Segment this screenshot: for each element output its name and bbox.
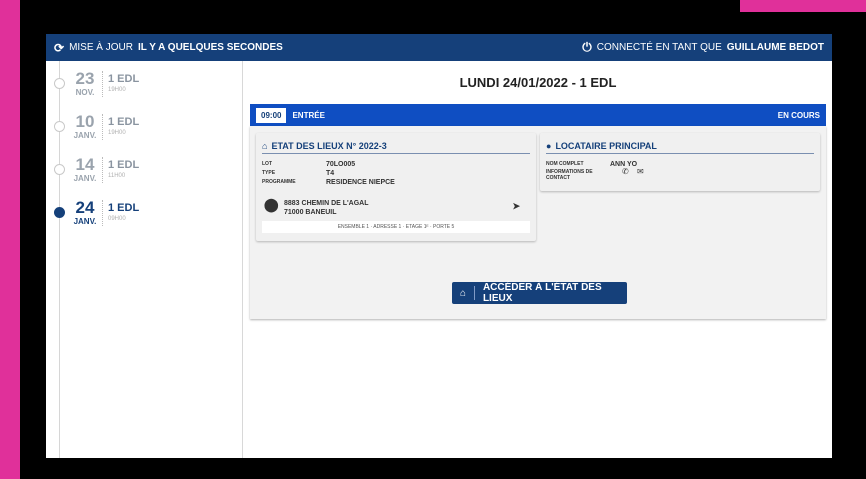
home-icon: ⌂ — [460, 287, 467, 299]
timeline-month: JANV. — [73, 174, 97, 183]
refresh-icon[interactable]: ⟳ — [54, 41, 64, 55]
access-button-label: ACCÉDER À L'ÉTAT DES LIEUX — [482, 282, 602, 304]
timeline-sidebar: 23 NOV. 1 EDL 19H00 10 JANV. 1 EDL 19H00… — [46, 61, 243, 458]
appointment-type: ENTRÉE — [292, 110, 325, 120]
edl-title-text: ETAT DES LIEUX N° 2022-3 — [271, 141, 387, 151]
timeline-day: 24 — [75, 198, 95, 217]
user-icon: ● — [546, 141, 552, 151]
lot-label: LOT — [262, 161, 272, 167]
timeline-count: 1 EDL — [108, 73, 140, 85]
timeline-date: 24 JANV. — [70, 199, 100, 226]
timeline-month: JANV. — [73, 217, 97, 226]
timeline-month: NOV. — [75, 88, 95, 97]
timeline-time: 11H00 — [108, 173, 126, 179]
timeline-item-active[interactable]: 24 JANV. 1 EDL 09H00 — [46, 195, 243, 233]
map-pin-icon: ⬤ — [264, 197, 279, 212]
timeline-date: 10 JANV. — [70, 113, 100, 140]
type-row: TYPE T4 — [262, 170, 334, 177]
timeline-separator — [102, 114, 103, 140]
button-divider — [474, 286, 475, 300]
timeline-separator — [102, 71, 103, 97]
contact-label-row-2: CONTACT — [546, 175, 610, 181]
power-icon[interactable]: ⏻ — [582, 40, 592, 55]
update-prefix: MISE À JOUR — [69, 42, 133, 53]
timeline-date: 23 NOV. — [70, 70, 100, 97]
lot-row: LOT 70LO005 — [262, 161, 355, 168]
main-content: LUNDI 24/01/2022 - 1 EDL 09:00 ENTRÉE EN… — [244, 61, 832, 458]
appointment-header[interactable]: 09:00 ENTRÉE EN COURS — [250, 104, 826, 126]
appointment-status: EN COURS — [777, 110, 820, 120]
timeline-day: 23 — [75, 69, 95, 88]
tenant-card: ● LOCATAIRE PRINCIPAL NOM COMPLET ANN YO… — [540, 133, 820, 191]
timeline-dot — [54, 78, 65, 89]
timeline-date: 14 JANV. — [70, 156, 100, 183]
address-line-1: 8883 CHEMIN DE L'AGAL — [284, 200, 369, 207]
programme-label: PROGRAMME — [262, 179, 296, 185]
contact-icons: ✆ ✉ — [622, 167, 650, 176]
programme-row: PROGRAMME RESIDENCE NIEPCE — [262, 179, 395, 186]
decorative-frame-left — [0, 0, 20, 479]
top-bar: ⟳ MISE À JOUR IL Y A QUELQUES SECONDES ⏻… — [46, 34, 832, 61]
tenant-card-title: ● LOCATAIRE PRINCIPAL — [546, 139, 814, 154]
appointment-time: 09:00 — [256, 107, 287, 123]
timeline-time: 19H00 — [108, 87, 126, 93]
timeline-count: 1 EDL — [108, 116, 140, 128]
timeline-dot — [54, 207, 65, 218]
timeline-item[interactable]: 14 JANV. 1 EDL 11H00 — [46, 152, 243, 190]
timeline-day: 10 — [75, 112, 95, 131]
connected-prefix: CONNECTÉ EN TANT QUE — [596, 42, 722, 53]
home-icon: ⌂ — [262, 141, 268, 151]
timeline-time: 09H00 — [108, 216, 126, 222]
user-name: GUILLAUME BEDOT — [726, 42, 824, 53]
phone-icon[interactable]: ✆ — [622, 167, 629, 176]
tenant-name-label: NOM COMPLET — [546, 161, 584, 167]
address-lines: 8883 CHEMIN DE L'AGAL 71000 BANEUIL — [284, 199, 369, 217]
page-title: LUNDI 24/01/2022 - 1 EDL — [459, 75, 617, 90]
update-time: IL Y A QUELQUES SECONDES — [137, 42, 283, 53]
type-value: T4 — [326, 170, 335, 177]
access-edl-button[interactable]: ⌂ ACCÉDER À L'ÉTAT DES LIEUX — [452, 282, 627, 304]
edl-card-title: ⌂ ETAT DES LIEUX N° 2022-3 — [262, 139, 530, 154]
timeline-count: 1 EDL — [108, 202, 140, 214]
timeline-item[interactable]: 10 JANV. 1 EDL 19H00 — [46, 109, 243, 147]
timeline-item[interactable]: 23 NOV. 1 EDL 19H00 — [46, 66, 243, 104]
decorative-frame-top — [740, 0, 866, 12]
navigation-arrow-icon[interactable]: ➤ — [512, 201, 520, 212]
mail-icon[interactable]: ✉ — [637, 167, 644, 176]
app-window: ⟳ MISE À JOUR IL Y A QUELQUES SECONDES ⏻… — [46, 34, 832, 458]
appointment-panel: ⌂ ETAT DES LIEUX N° 2022-3 LOT 70LO005 T… — [250, 126, 826, 319]
timeline-time: 19H00 — [108, 130, 126, 136]
timeline-separator — [102, 200, 103, 226]
timeline-dot — [54, 164, 65, 175]
timeline-separator — [102, 157, 103, 183]
programme-value: RESIDENCE NIEPCE — [326, 179, 395, 186]
type-label: TYPE — [262, 170, 276, 176]
tenant-title-text: LOCATAIRE PRINCIPAL — [555, 141, 657, 151]
timeline-day: 14 — [75, 155, 95, 174]
user-status[interactable]: ⏻ CONNECTÉ EN TANT QUE GUILLAUME BEDOT — [582, 40, 824, 55]
timeline-count: 1 EDL — [108, 159, 140, 171]
timeline-month: JANV. — [73, 131, 97, 140]
update-status[interactable]: ⟳ MISE À JOUR IL Y A QUELQUES SECONDES — [54, 41, 283, 55]
contact-label-2: CONTACT — [546, 175, 571, 181]
address-line-2: 71000 BANEUIL — [284, 209, 337, 216]
timeline-dot — [54, 121, 65, 132]
location-details: ENSEMBLE 1 · ADRESSE 1 · ETAGE 1ᴱ · PORT… — [262, 221, 530, 233]
edl-card: ⌂ ETAT DES LIEUX N° 2022-3 LOT 70LO005 T… — [256, 133, 536, 241]
lot-value: 70LO005 — [326, 161, 356, 168]
